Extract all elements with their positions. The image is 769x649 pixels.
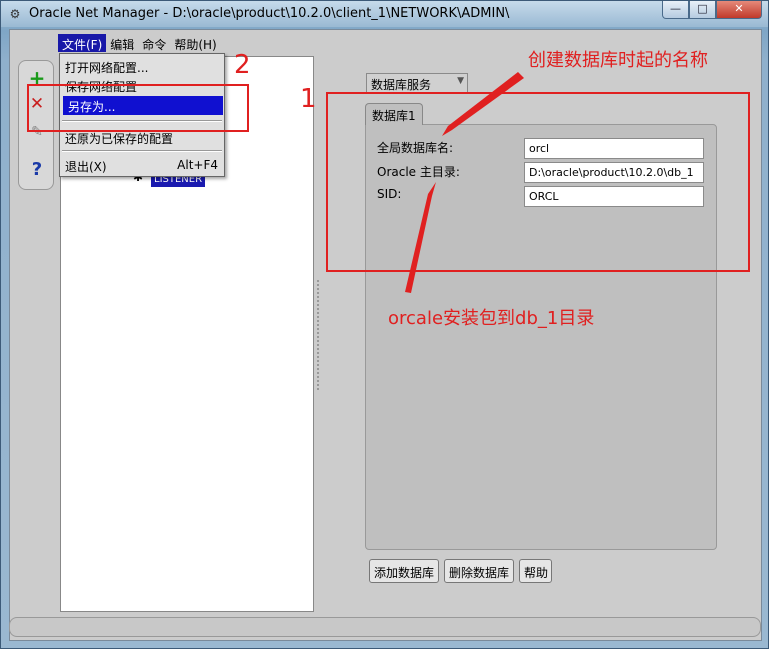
window-controls: — □ ✕ bbox=[662, 1, 762, 19]
menu-edit[interactable]: 编辑 bbox=[106, 34, 138, 52]
menu-bar: 文件(F) 编辑 命令 帮助(H) bbox=[58, 34, 221, 52]
chevron-down-icon: ▼ bbox=[457, 76, 464, 86]
help-button[interactable]: 帮助 bbox=[519, 559, 552, 583]
annotation-number-2: 2 bbox=[234, 50, 251, 80]
window-title: Oracle Net Manager - D:\oracle\product\1… bbox=[29, 6, 510, 21]
annotation-db-name-note: 创建数据库时起的名称 bbox=[528, 50, 708, 71]
title-bar[interactable]: ⚙ Oracle Net Manager - D:\oracle\product… bbox=[1, 1, 768, 27]
annotation-box-1 bbox=[326, 92, 750, 272]
exit-label: 退出(X) bbox=[65, 160, 107, 174]
close-button[interactable]: ✕ bbox=[716, 1, 762, 19]
service-combo[interactable]: 数据库服务 ▼ bbox=[366, 73, 468, 93]
minimize-button[interactable]: — bbox=[662, 1, 689, 19]
menu-help[interactable]: 帮助(H) bbox=[170, 34, 220, 52]
menu-separator bbox=[62, 150, 222, 152]
menu-file[interactable]: 文件(F) bbox=[58, 34, 107, 52]
annotation-box-2 bbox=[27, 84, 249, 132]
delete-database-button[interactable]: 删除数据库 bbox=[444, 559, 514, 583]
help-icon[interactable]: ? bbox=[25, 159, 49, 181]
menu-item-open[interactable]: 打开网络配置... bbox=[60, 57, 224, 76]
pane-splitter[interactable] bbox=[317, 280, 321, 390]
exit-shortcut: Alt+F4 bbox=[177, 158, 218, 172]
app-icon: ⚙ bbox=[9, 7, 21, 21]
menu-item-exit[interactable]: 退出(X) Alt+F4 bbox=[60, 156, 224, 175]
annotation-oracle-home-note: orcale安装包到db_1目录 bbox=[388, 308, 595, 329]
combo-value: 数据库服务 bbox=[371, 78, 432, 92]
annotation-number-1: 1 bbox=[300, 84, 317, 114]
add-database-button[interactable]: 添加数据库 bbox=[369, 559, 439, 583]
maximize-button[interactable]: □ bbox=[689, 1, 716, 19]
status-bar bbox=[9, 617, 761, 637]
menu-command[interactable]: 命令 bbox=[138, 34, 170, 52]
